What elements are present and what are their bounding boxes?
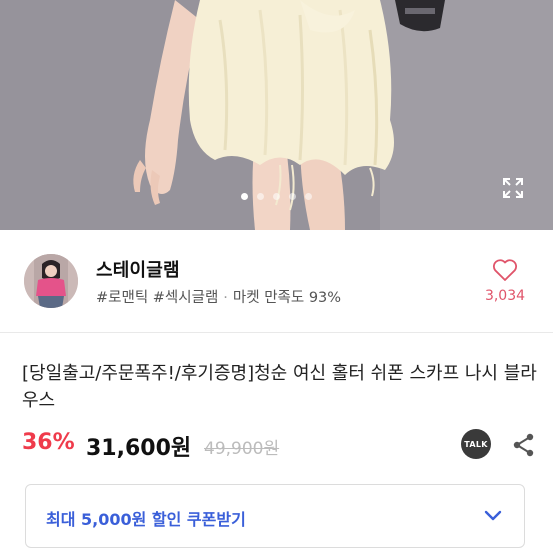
seller-meta: #로맨틱 #섹시글램 · 마켓 만족도 93% [96, 286, 341, 307]
coupon-label: 최대 5,000원 할인 쿠폰받기 [46, 510, 246, 529]
heart-icon [492, 259, 518, 281]
coupon-button[interactable]: 최대 5,000원 할인 쿠폰받기 [25, 484, 525, 548]
seller-name[interactable]: 스테이글램 [96, 256, 180, 282]
gallery-dot[interactable] [257, 193, 264, 200]
sale-price: 31,600원 [86, 436, 192, 461]
share-icon [513, 433, 534, 457]
gallery-dot[interactable] [289, 193, 296, 200]
gallery-pagination [0, 193, 553, 203]
gallery-dot[interactable] [273, 193, 280, 200]
market-satisfaction: 마켓 만족도 93% [232, 290, 342, 306]
price-row: 36% 31,600원 49,900원 TALK [22, 428, 537, 462]
seller-section: 스테이글램 #로맨틱 #섹시글램 · 마켓 만족도 93% 3,034 [0, 230, 553, 333]
discount-rate: 36% [22, 430, 75, 455]
avatar-image [24, 254, 78, 308]
expand-image-button[interactable] [501, 176, 529, 204]
original-price: 49,900원 [204, 439, 280, 459]
seller-tags[interactable]: #로맨틱 #섹시글램 [96, 290, 218, 306]
product-title: [당일출고/주문폭주!/후기증명]청순 여신 홀터 쉬폰 스카프 나시 블라우스 [22, 363, 537, 411]
share-button[interactable] [511, 432, 537, 458]
like-count: 3,034 [484, 288, 526, 304]
like-button[interactable]: 3,034 [481, 258, 529, 304]
seller-avatar[interactable] [24, 254, 78, 308]
talk-button[interactable]: TALK [461, 429, 491, 459]
gallery-dot[interactable] [305, 193, 312, 200]
talk-icon: TALK [464, 439, 488, 449]
chevron-down-icon [484, 510, 502, 521]
gallery-dot[interactable] [241, 193, 248, 200]
separator-dot: · [223, 290, 228, 306]
product-image[interactable] [0, 0, 553, 230]
expand-icon [503, 178, 523, 198]
